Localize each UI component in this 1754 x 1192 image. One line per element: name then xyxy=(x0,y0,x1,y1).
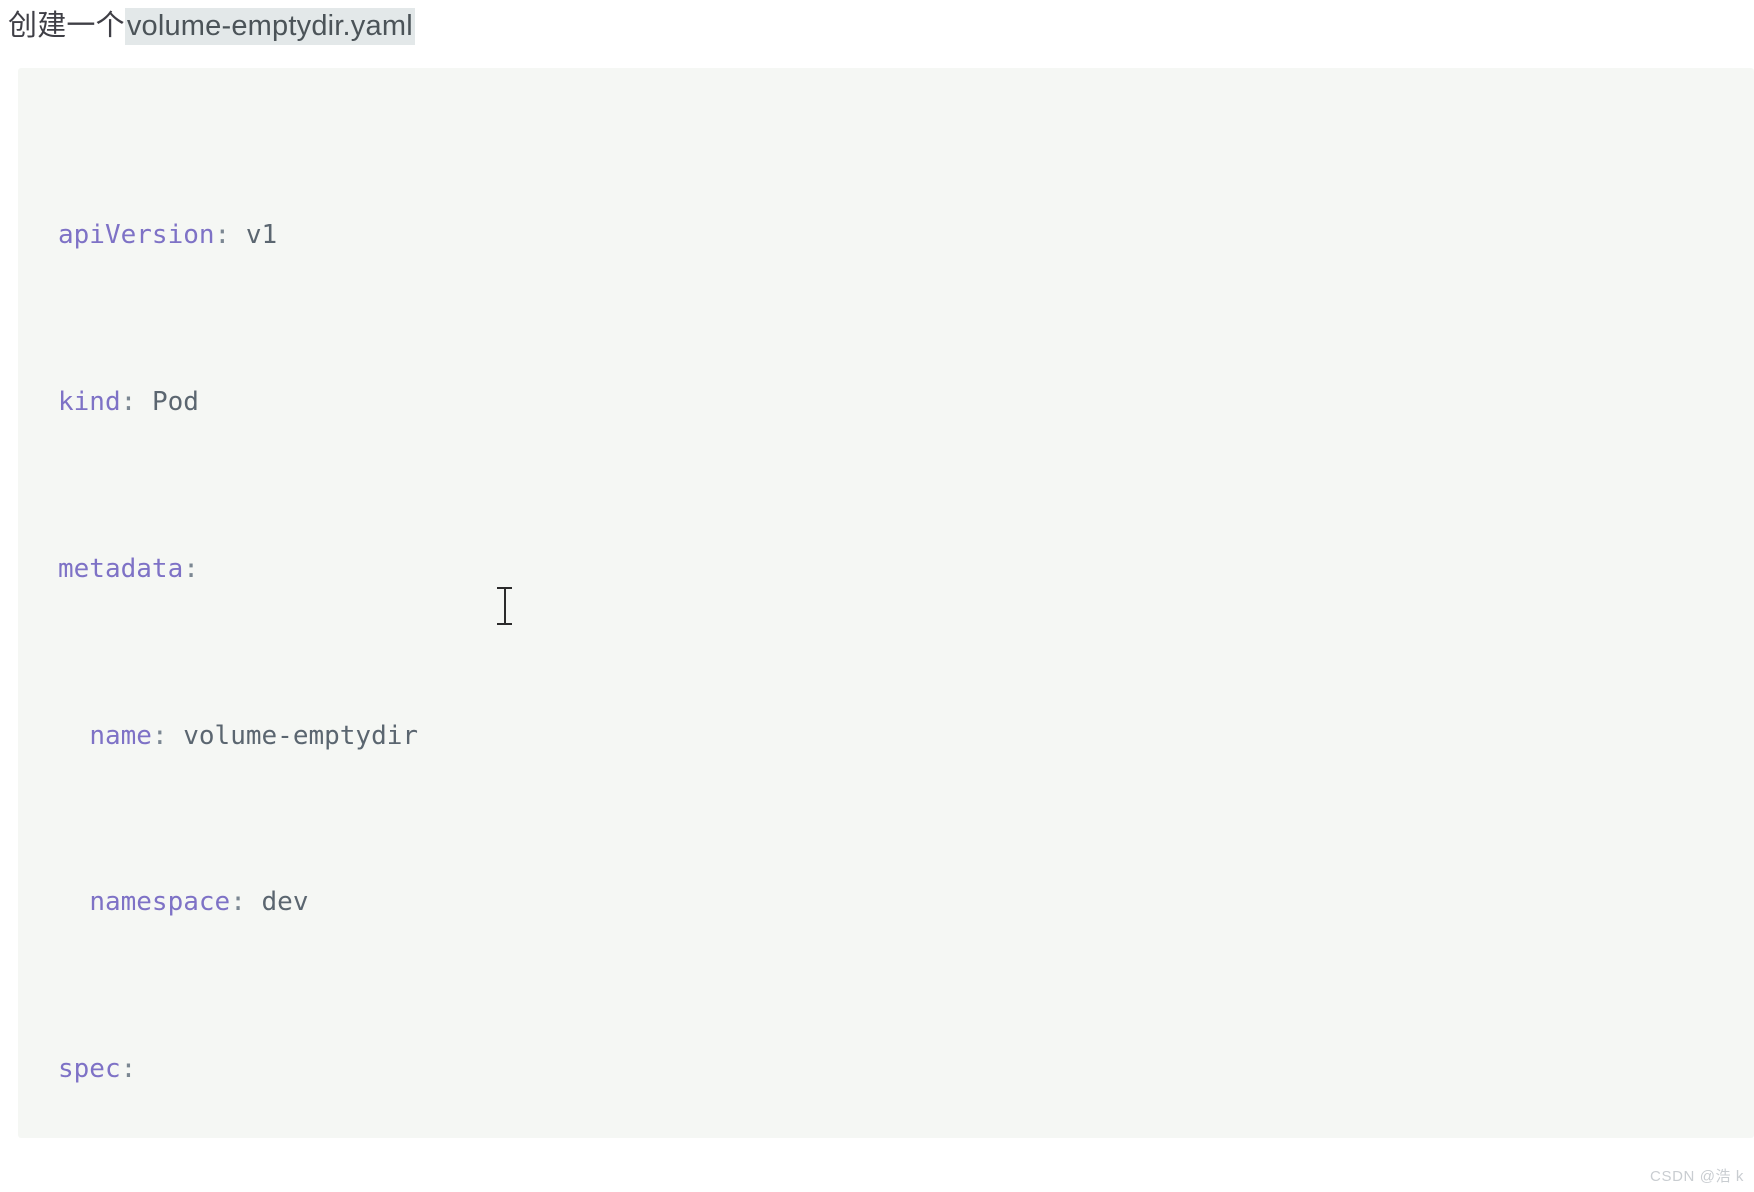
yaml-key: metadata xyxy=(58,553,184,584)
yaml-key: kind xyxy=(58,386,121,417)
code-line: name: volume-emptydir xyxy=(18,716,1754,758)
code-line: kind: Pod xyxy=(18,382,1754,424)
code-lines-container: apiVersion: v1 kind: Pod metadata: name:… xyxy=(18,68,1754,1138)
colon: : xyxy=(120,386,152,417)
yaml-value: dev xyxy=(261,887,309,918)
yaml-key: name xyxy=(89,720,152,751)
watermark: CSDN @浩 k xyxy=(1650,1168,1744,1185)
page-title-prefix: 创建一个 xyxy=(8,10,125,42)
yaml-key: spec xyxy=(58,1054,121,1085)
colon: : xyxy=(214,220,246,251)
colon: : xyxy=(151,720,184,751)
page-title-filename: volume-emptydir.yaml xyxy=(124,8,415,45)
colon: : xyxy=(120,1054,137,1085)
colon: : xyxy=(230,887,262,918)
yaml-key: apiVersion xyxy=(58,220,215,251)
code-line: spec: xyxy=(18,1049,1754,1091)
yaml-value: volume-emptydir xyxy=(183,720,419,751)
yaml-key: namespace xyxy=(89,887,231,918)
code-line: apiVersion: v1 xyxy=(18,215,1754,257)
page-title: 创建一个volume-emptydir.yaml xyxy=(0,0,1754,52)
code-line: metadata: xyxy=(18,549,1754,591)
yaml-value: v1 xyxy=(245,220,278,251)
code-block[interactable]: apiVersion: v1 kind: Pod metadata: name:… xyxy=(18,68,1754,1138)
yaml-value: Pod xyxy=(151,386,199,417)
colon: : xyxy=(183,553,199,584)
code-line: namespace: dev xyxy=(18,882,1754,924)
